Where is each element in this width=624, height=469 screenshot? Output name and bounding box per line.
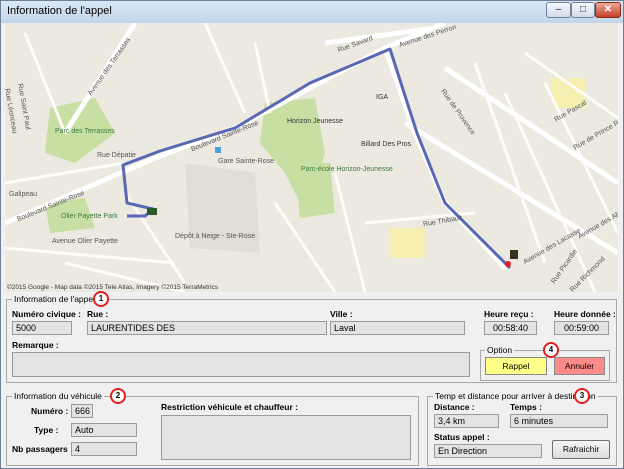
call-info-group: Information de l'appel 1 Numéro civique … [6, 291, 617, 383]
time-given-field[interactable]: 00:59:00 [554, 321, 609, 335]
train-station-icon [215, 147, 221, 153]
start-vehicle-icon [147, 208, 157, 215]
map-label: Billard Des Pros [361, 141, 412, 148]
map-label: Olier Payette Park [61, 213, 118, 220]
destination-icon [510, 250, 518, 259]
vehicle-number-label: Numéro : [31, 406, 69, 416]
vehicle-number-field[interactable]: 666 [71, 404, 93, 418]
street-field[interactable]: LAURENTIDES DES [87, 321, 327, 335]
vehicle-type-label: Type : [34, 425, 59, 435]
time-received-label: Heure reçu : [484, 309, 534, 319]
call-info-window: Information de l'appel – □ ✕ Avenue des … [0, 0, 624, 469]
annotation-marker-1: 1 [93, 291, 109, 307]
time-label: Temps : [510, 402, 542, 412]
destination-legend: Temp et distance pour arriver à destinat… [433, 391, 598, 402]
time-field[interactable]: 6 minutes [510, 414, 608, 428]
civic-number-label: Numéro civique : [12, 309, 81, 319]
title-bar[interactable]: Information de l'appel – □ ✕ [1, 1, 623, 23]
map-label: Gare Sainte-Rose [218, 158, 275, 165]
cancel-button[interactable]: Annuler [554, 357, 605, 375]
close-icon: ✕ [603, 4, 613, 15]
option-legend: Option [485, 345, 515, 356]
street-label: Rue : [87, 309, 109, 319]
annotation-marker-3: 3 [574, 388, 590, 404]
map-label: IGA [376, 94, 389, 101]
map-label: Dépôt à Neige - Ste-Rose [175, 233, 256, 240]
map-view[interactable]: Avenue des Terrasses Rue Savard Avenue d… [5, 23, 618, 292]
vehicle-info-group: Information du véhicule 2 Numéro : 666 T… [6, 388, 419, 466]
distance-field[interactable]: 3,4 km [434, 414, 499, 428]
minimize-button[interactable]: – [546, 2, 571, 18]
destination-group: Temp et distance pour arriver à destinat… [427, 388, 617, 466]
restriction-label: Restriction véhicule et chauffeur : [161, 402, 298, 412]
remark-textarea[interactable] [12, 352, 470, 377]
civic-number-field[interactable]: 5000 [12, 321, 72, 335]
recall-button[interactable]: Rappel [485, 357, 547, 375]
distance-label: Distance : [434, 402, 475, 412]
option-group: Option 4 Rappel Annuler [480, 342, 610, 381]
maximize-icon: □ [579, 4, 587, 15]
map-label: Galipeau [9, 191, 38, 198]
passengers-field[interactable]: 4 [71, 442, 137, 456]
refresh-button[interactable]: Rafraichir [552, 440, 610, 459]
call-info-legend: Information de l'appel [12, 294, 98, 305]
close-button[interactable]: ✕ [595, 2, 621, 18]
maximize-button[interactable]: □ [571, 2, 595, 18]
vehicle-info-legend: Information du véhicule [12, 391, 104, 402]
time-received-field[interactable]: 00:58:40 [484, 321, 537, 335]
status-label: Status appel : [434, 432, 490, 442]
annotation-marker-4: 4 [543, 342, 559, 358]
map-label: Parc des Terrasses [55, 128, 115, 135]
time-given-label: Heure donnée : [554, 309, 616, 319]
passengers-label: Nb passagers : [12, 444, 73, 454]
vehicle-type-field[interactable]: Auto [71, 423, 137, 437]
restriction-textarea[interactable] [161, 415, 411, 460]
destination-pin-icon [505, 261, 511, 267]
annotation-marker-2: 2 [110, 388, 126, 404]
status-field[interactable]: En Direction [434, 444, 542, 458]
map-label: Parc-école Horizon-Jeunesse [301, 166, 393, 173]
minimize-icon: – [555, 4, 562, 15]
remark-label: Remarque : [12, 340, 59, 350]
map-label: Rue Dépatie [97, 152, 136, 159]
city-label: Ville : [330, 309, 353, 319]
window-title: Information de l'appel [7, 5, 112, 17]
map-label: Avenue Olier Payette [52, 238, 119, 245]
city-field[interactable]: Laval [330, 321, 465, 335]
map-copyright: ©2015 Google - Map data ©2015 Tele Atlas… [7, 284, 219, 291]
map-label: Horizon Jeunesse [287, 118, 344, 125]
